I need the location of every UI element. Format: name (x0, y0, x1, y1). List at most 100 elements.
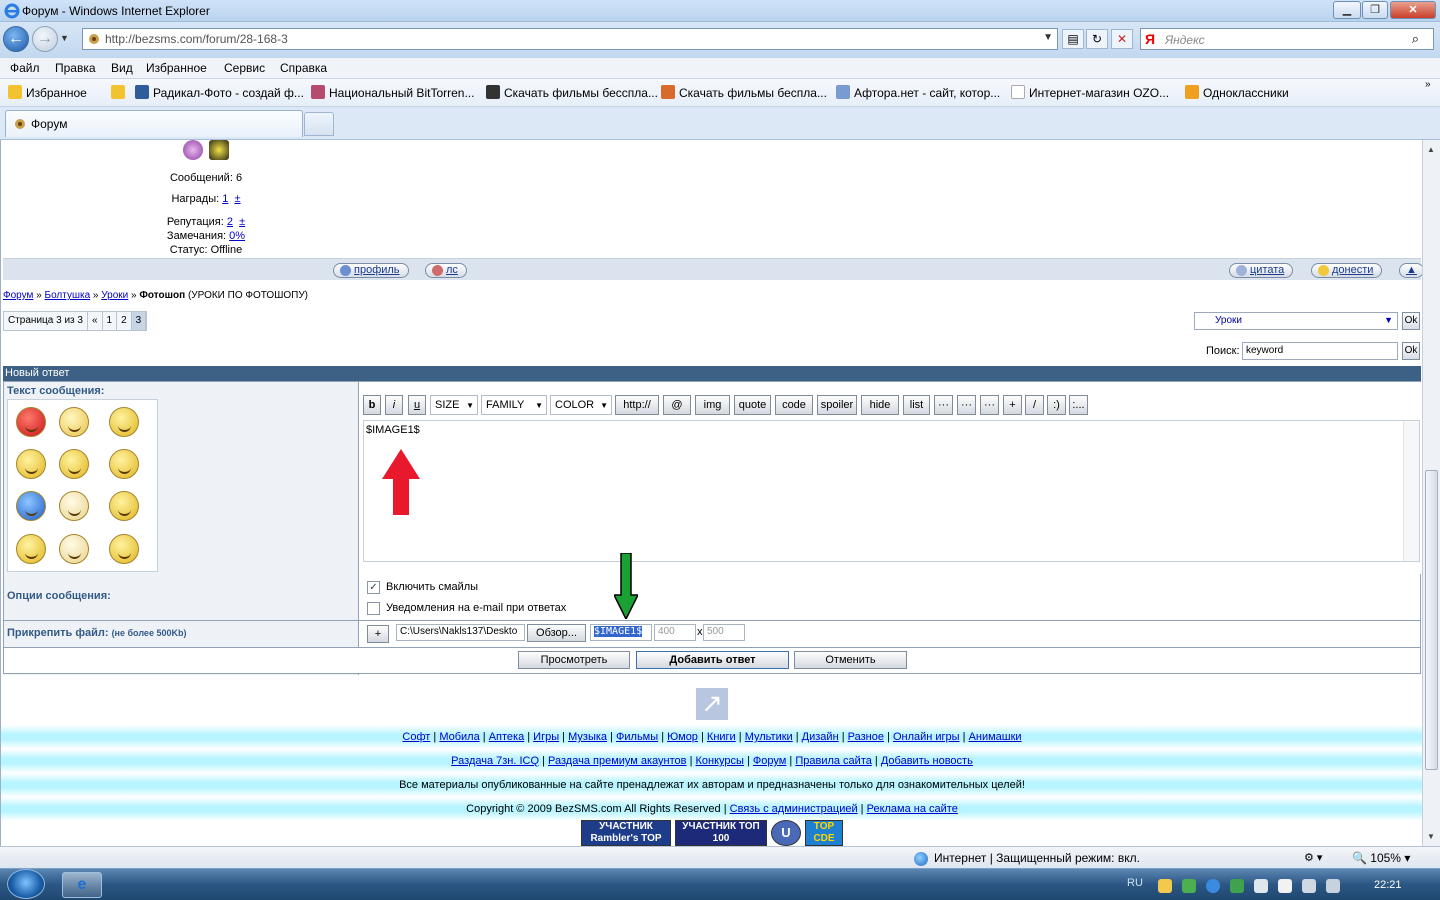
message-text[interactable]: $IMAGE1$ (366, 424, 420, 436)
hide-button[interactable]: hide (861, 395, 899, 415)
file-path-input[interactable]: C:\Users\Nakls137\Deskto (396, 624, 525, 641)
more-button[interactable]: :... (1069, 395, 1088, 415)
pager-page-1[interactable]: 1 (102, 312, 118, 330)
awards-change-link[interactable]: ± (234, 193, 240, 205)
pm-button[interactable]: лс (425, 263, 467, 278)
zoom-level[interactable]: 🔍 105% ▾ (1352, 851, 1410, 865)
top100-banner[interactable]: УЧАСТНИК ТОП 100 (675, 820, 767, 846)
footer-link-rules[interactable]: Правила сайта (795, 755, 872, 767)
forum-jump-select[interactable]: Уроки ▼ (1194, 312, 1398, 330)
url-text[interactable]: http://bezsms.com/forum/28-168-3 (105, 32, 288, 46)
menu-view[interactable]: Вид (111, 61, 133, 75)
scroll-down-arrow-icon[interactable]: ▼ (1427, 832, 1435, 841)
footer-link-icq[interactable]: Раздача 7зн. ICQ (451, 755, 539, 767)
menu-file[interactable]: Файл (10, 61, 40, 75)
breadcrumb-forum[interactable]: Форум (3, 290, 33, 301)
browse-button[interactable]: Обзор... (527, 624, 586, 642)
image-height-input[interactable]: 500 (703, 624, 745, 641)
favorite-link-3[interactable]: Скачать фильмы бесспла... (486, 85, 658, 100)
start-button[interactable] (7, 869, 45, 899)
img-button[interactable]: img (695, 395, 730, 415)
tray-flag-icon[interactable] (1278, 879, 1292, 893)
reputation-link[interactable]: 2 (227, 216, 233, 228)
smile-laugh-icon[interactable] (109, 449, 139, 479)
forum-search-ok-button[interactable]: Ok (1402, 342, 1420, 360)
footer-link-soft[interactable]: Софт (402, 731, 430, 743)
clock[interactable]: 22:21 (1374, 879, 1402, 891)
favorite-link-5[interactable]: Афтора.нет - сайт, котор... (836, 85, 1000, 100)
tray-volume-icon[interactable] (1254, 879, 1268, 893)
maximize-button[interactable]: ❐ (1362, 1, 1388, 19)
footer-link-forum[interactable]: Форум (753, 755, 786, 767)
rambler-banner[interactable]: УЧАСТНИК Rambler's TOP 100 (581, 820, 671, 846)
footer-link-animations[interactable]: Анимашки (969, 731, 1022, 743)
address-bar[interactable]: http://bezsms.com/forum/28-168-3 ▼ (82, 28, 1058, 50)
tray-speaker-icon[interactable] (1326, 879, 1340, 893)
warnings-link[interactable]: 0% (229, 230, 245, 242)
footer-link-cartoons[interactable]: Мультики (745, 731, 793, 743)
footer-link-games[interactable]: Игры (533, 731, 559, 743)
history-dropdown-icon[interactable]: ▼ (60, 33, 69, 43)
favorite-link-1[interactable]: Радикал-Фото - создай ф... (135, 85, 304, 100)
footer-contact-link[interactable]: Связь с администрацией (730, 803, 858, 815)
footer-ads-link[interactable]: Реклама на сайте (867, 803, 958, 815)
message-textarea[interactable]: $IMAGE1$ (363, 420, 1420, 562)
smile-button[interactable]: :) (1047, 395, 1066, 415)
awards-link[interactable]: 1 (222, 193, 228, 205)
refresh-icon[interactable]: ↻ (1086, 29, 1108, 49)
size-select[interactable]: SIZE ▼ (430, 395, 478, 415)
smile-crying-icon[interactable] (16, 534, 46, 564)
align-justify-button[interactable]: + (1003, 395, 1022, 415)
reputation-change-link[interactable]: ± (239, 216, 245, 228)
search-icon[interactable]: ⌕ (1412, 31, 1419, 47)
pager-page-2[interactable]: 2 (117, 312, 132, 330)
footer-link-add-news[interactable]: Добавить новость (881, 755, 973, 767)
quote-button[interactable]: цитата (1229, 263, 1294, 278)
window-titlebar[interactable]: Форум - Windows Internet Explorer ▁ ❐ ✕ (0, 0, 1440, 22)
minimize-button[interactable]: ▁ (1333, 1, 1361, 19)
italic-button[interactable]: i (385, 395, 403, 415)
forward-button[interactable]: → (32, 26, 58, 52)
email-button[interactable]: @ (663, 395, 691, 415)
page-scrollbar[interactable]: ▲ ▼ (1422, 140, 1440, 846)
smile-crazy-icon[interactable] (59, 534, 89, 564)
underline-button[interactable]: u (408, 395, 426, 415)
align-center-button[interactable]: ··· (957, 395, 976, 415)
footer-link-music[interactable]: Музыка (568, 731, 607, 743)
align-left-button[interactable]: ··· (934, 395, 953, 415)
tray-people-icon[interactable] (1158, 879, 1172, 893)
submit-reply-button[interactable]: Добавить ответ (636, 651, 789, 669)
menu-favorites[interactable]: Избранное (146, 61, 207, 75)
tray-network-icon[interactable] (1302, 879, 1316, 893)
pager-prev[interactable]: « (87, 312, 103, 330)
footer-link-misc[interactable]: Разное (848, 731, 884, 743)
language-indicator[interactable]: RU (1127, 877, 1143, 889)
menu-tools[interactable]: Сервис (224, 61, 265, 75)
footer-link-humor[interactable]: Юмор (667, 731, 698, 743)
smile-sad-icon[interactable] (16, 449, 46, 479)
footer-link-pharmacy[interactable]: Аптека (489, 731, 525, 743)
smile-happy-icon[interactable] (59, 407, 89, 437)
close-button[interactable]: ✕ (1390, 1, 1436, 19)
favorite-link-7[interactable]: Одноклассники (1185, 85, 1289, 100)
report-button[interactable]: донести (1311, 263, 1383, 278)
favorites-button[interactable]: Избранное (8, 85, 87, 100)
enable-smiles-checkbox[interactable]: ✓ (367, 581, 380, 594)
favorite-link-4[interactable]: Скачать фильмы беспла... (661, 85, 827, 100)
email-notify-checkbox[interactable] (367, 602, 380, 615)
smile-grin-icon[interactable] (59, 491, 89, 521)
image-code-field[interactable]: $IMAGE1$ (590, 624, 652, 641)
back-button[interactable]: ← (3, 26, 29, 52)
favorite-link-2[interactable]: Национальный BitTorren... (311, 85, 474, 100)
menu-help[interactable]: Справка (280, 61, 327, 75)
color-select[interactable]: COLOR ▼ (550, 395, 612, 415)
url-button[interactable]: http:// (615, 395, 659, 415)
textarea-scrollbar[interactable] (1403, 421, 1419, 561)
scroll-top-button[interactable]: ▲ (1399, 263, 1422, 278)
taskbar-ie-button[interactable]: e (62, 872, 102, 898)
smile-angry-icon[interactable] (16, 407, 46, 437)
forum-jump-ok-button[interactable]: Ok (1402, 312, 1420, 330)
topcde-banner[interactable]: TOP CDE (805, 820, 843, 846)
address-dropdown-icon[interactable]: ▼ (1043, 32, 1053, 43)
smile-shock-icon[interactable] (109, 491, 139, 521)
